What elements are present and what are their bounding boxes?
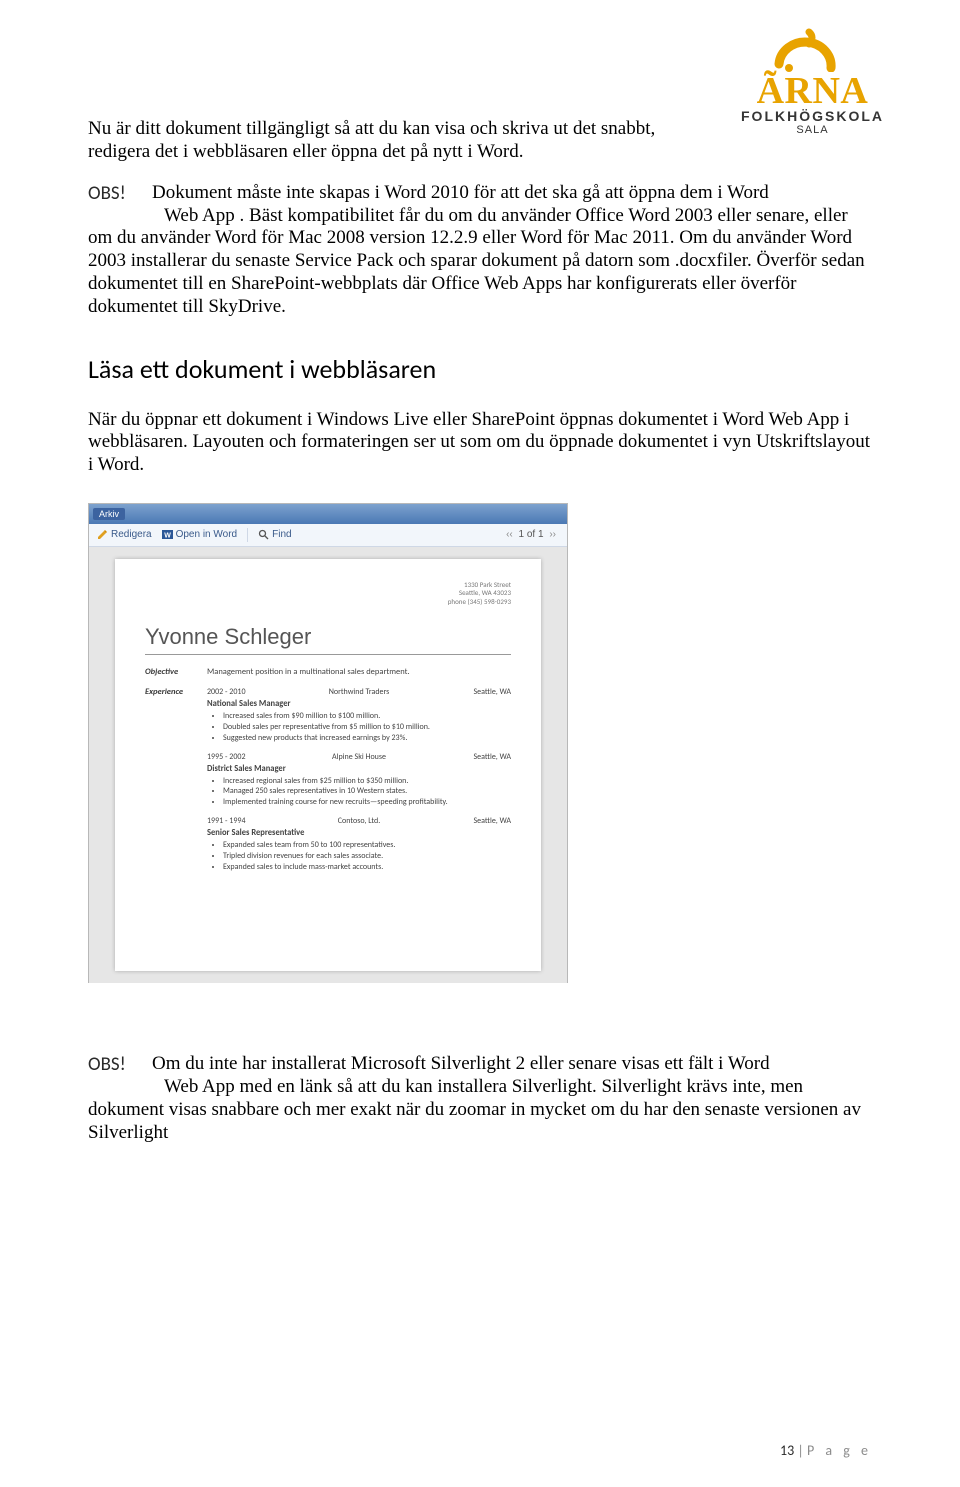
- logo-sub1: FOLKHÖGSKOLA: [725, 108, 900, 124]
- page: ÃRNA FOLKHÖGSKOLA SALA Nu är ditt dokume…: [0, 0, 960, 1487]
- section-paragraph: När du öppnar ett dokument i Windows Liv…: [88, 409, 872, 477]
- page-label: P a g e: [807, 1442, 872, 1459]
- obs-block-1: OBS! Dokument måste inte skapas i Word 2…: [88, 182, 872, 319]
- school-logo: ÃRNA FOLKHÖGSKOLA SALA: [725, 28, 900, 136]
- job-entry: 2002 - 2010 Northwind Traders Seattle, W…: [207, 687, 511, 743]
- resume-objective-row: Objective Management position in a multi…: [145, 667, 511, 677]
- obs1-combined: Web App . Bäst kompatibilitet får du om …: [88, 205, 872, 319]
- experience-label: Experience: [145, 687, 207, 880]
- obs-block-2: OBS! Om du inte har installerat Microsof…: [88, 1053, 872, 1144]
- obs-label: OBS!: [88, 182, 148, 205]
- obs-label: OBS!: [88, 1053, 148, 1076]
- obs2-line1: Om du inte har installerat Microsoft Sil…: [152, 1053, 770, 1074]
- page-number: 13: [780, 1442, 794, 1459]
- search-icon: [258, 529, 269, 540]
- word-icon: W: [162, 529, 173, 540]
- shot-titlebar: Arkiv: [89, 504, 567, 524]
- chevron-right-icon[interactable]: ››: [546, 529, 559, 540]
- obs1-line1: Dokument måste inte skapas i Word 2010 f…: [152, 182, 769, 203]
- shot-file-tab[interactable]: Arkiv: [93, 508, 125, 520]
- resume-experience-row: Experience 2002 - 2010 Northwind Traders…: [145, 687, 511, 880]
- objective-text: Management position in a multinational s…: [207, 667, 511, 677]
- intro-paragraph: Nu är ditt dokument tillgängligt så att …: [88, 118, 698, 164]
- logo-brand: ÃRNA: [725, 74, 900, 108]
- tool-find[interactable]: Find: [258, 529, 291, 540]
- toolbar-sep: [247, 528, 248, 542]
- experience-content: 2002 - 2010 Northwind Traders Seattle, W…: [207, 687, 511, 880]
- tool-edit[interactable]: Redigera: [97, 529, 152, 540]
- obs2-combined: Web App med en länk så att du kan instal…: [88, 1076, 872, 1144]
- objective-label: Objective: [145, 667, 207, 677]
- pencil-icon: [97, 529, 108, 540]
- page-footer: 13 | P a g e: [780, 1442, 872, 1459]
- resume-document: 1330 Park Street Seattle, WA 43023 phone…: [115, 559, 541, 971]
- svg-text:W: W: [164, 533, 171, 540]
- job-entry: 1991 - 1994 Contoso, Ltd. Seattle, WA Se…: [207, 816, 511, 872]
- resume-header-address: 1330 Park Street Seattle, WA 43023 phone…: [145, 581, 511, 606]
- logo-mark-icon: [771, 28, 855, 72]
- resume-name: Yvonne Schleger: [145, 624, 511, 655]
- page-indicator: ‹‹ 1 of 1 ››: [503, 529, 559, 540]
- tool-open-in-word[interactable]: W Open in Word: [162, 529, 238, 540]
- job-entry: 1995 - 2002 Alpine Ski House Seattle, WA…: [207, 752, 511, 808]
- logo-sub2: SALA: [725, 124, 900, 136]
- shot-surface: 1330 Park Street Seattle, WA 43023 phone…: [89, 547, 567, 983]
- section-heading: Läsa ett dokument i webbläsaren: [88, 353, 872, 385]
- chevron-left-icon[interactable]: ‹‹: [503, 529, 516, 540]
- shot-toolbar: Redigera W Open in Word Find ‹‹ 1 of 1 ›…: [89, 524, 567, 547]
- word-webapp-screenshot: Arkiv Redigera W Open in Word Find: [88, 503, 568, 983]
